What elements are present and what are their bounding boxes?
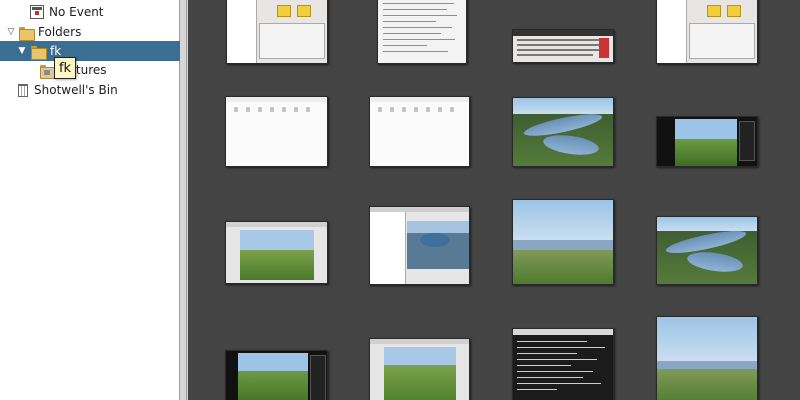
folder-icon [19, 26, 35, 41]
sidebar-item-label: Shotwell's Bin [34, 83, 118, 97]
photo-thumbnail[interactable] [512, 199, 614, 285]
photo-thumbnail[interactable] [377, 0, 467, 64]
photo-thumbnail[interactable] [225, 96, 328, 167]
sidebar-item-pictures[interactable]: Pictures [0, 60, 180, 80]
sidebar-item-fk[interactable]: ▼ fk [0, 41, 180, 61]
folder-icon [31, 45, 47, 60]
sidebar: No Event ▽ Folders ▼ fk Pictures Shotwel… [0, 0, 180, 400]
photo-thumbnail[interactable] [369, 206, 470, 285]
sidebar-item-no-event[interactable]: No Event [0, 2, 180, 22]
photo-thumbnail[interactable] [512, 29, 614, 63]
sidebar-item-label: No Event [49, 5, 104, 19]
photo-thumbnail[interactable] [369, 96, 470, 167]
tooltip: fk [54, 57, 76, 79]
pane-divider[interactable] [181, 0, 187, 400]
calendar-event-icon [30, 5, 44, 19]
sidebar-item-label: fk [50, 44, 62, 58]
photo-thumbnail[interactable] [656, 116, 758, 167]
sidebar-item-folders[interactable]: ▽ Folders [0, 22, 180, 42]
photo-thumbnail[interactable] [656, 316, 758, 400]
expander-open-icon[interactable]: ▽ [5, 26, 17, 38]
sidebar-item-shotwells-bin[interactable]: Shotwell's Bin [0, 80, 180, 100]
sidebar-item-label: Folders [38, 25, 82, 39]
trash-icon [18, 83, 28, 97]
photo-thumbnail[interactable] [656, 216, 758, 285]
folder-pictures-icon [40, 64, 56, 79]
expander-open-icon[interactable]: ▼ [16, 45, 28, 57]
photo-thumbnail[interactable] [225, 350, 328, 400]
photo-grid [188, 0, 800, 400]
photo-thumbnail[interactable] [369, 338, 470, 400]
photo-thumbnail[interactable] [225, 221, 328, 284]
photo-thumbnail[interactable] [512, 328, 614, 400]
photo-thumbnail[interactable] [226, 0, 328, 64]
photo-thumbnail[interactable] [656, 0, 758, 64]
photo-thumbnail[interactable] [512, 97, 614, 167]
